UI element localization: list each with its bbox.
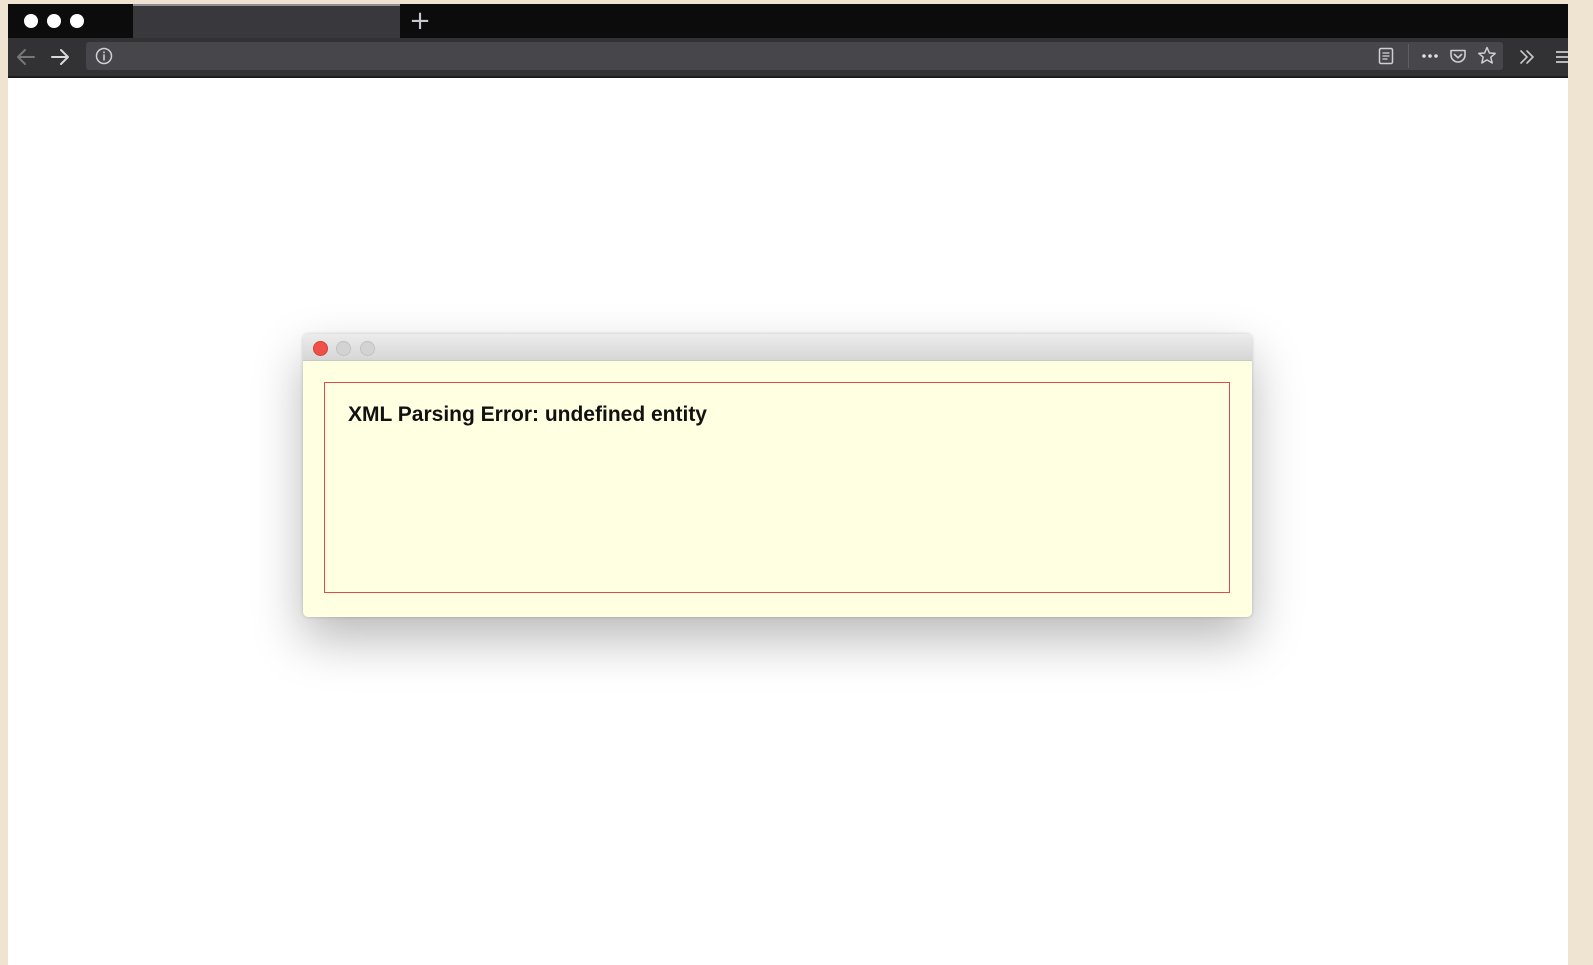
pocket-icon[interactable] xyxy=(1448,46,1468,66)
error-dialog: XML Parsing Error: undefined entity xyxy=(303,334,1252,617)
hamburger-menu-icon[interactable] xyxy=(1552,46,1568,68)
url-bar-divider xyxy=(1408,44,1409,68)
dialog-minimize-button xyxy=(336,341,351,356)
error-message-box: XML Parsing Error: undefined entity xyxy=(324,382,1230,593)
new-tab-button[interactable]: + xyxy=(408,7,432,35)
dialog-close-button[interactable] xyxy=(313,341,328,356)
url-bar[interactable] xyxy=(86,42,1503,70)
browser-window: + XML Parsing Error: undefined entity xyxy=(8,4,1568,965)
bookmark-star-icon[interactable] xyxy=(1476,45,1498,67)
info-icon[interactable] xyxy=(94,46,114,66)
back-arrow-icon[interactable] xyxy=(14,46,38,68)
more-actions-icon[interactable] xyxy=(1419,46,1441,66)
dialog-titlebar xyxy=(303,334,1252,361)
forward-arrow-icon[interactable] xyxy=(48,46,72,68)
page-content: XML Parsing Error: undefined entity xyxy=(8,78,1568,965)
window-zoom-light[interactable] xyxy=(70,14,84,28)
dialog-zoom-button xyxy=(360,341,375,356)
window-minimize-light[interactable] xyxy=(47,14,61,28)
error-title: XML Parsing Error: undefined entity xyxy=(348,403,707,426)
tab-active[interactable] xyxy=(133,4,400,38)
navigation-toolbar xyxy=(8,38,1568,78)
reader-view-icon[interactable] xyxy=(1376,46,1396,66)
overflow-chevron-icon[interactable] xyxy=(1516,46,1538,68)
tab-strip: + xyxy=(8,4,1568,38)
window-close-light[interactable] xyxy=(24,14,38,28)
